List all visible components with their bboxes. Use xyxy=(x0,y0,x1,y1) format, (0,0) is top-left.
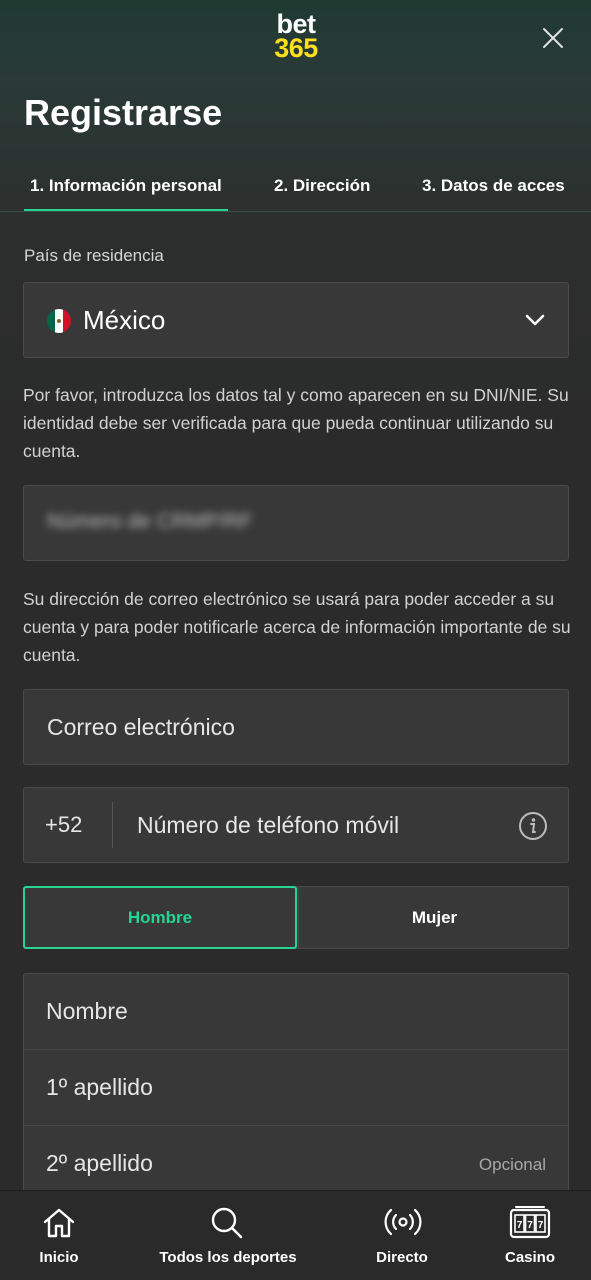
id-notice: Por favor, introduzca los datos tal y co… xyxy=(23,385,569,461)
surname1-input[interactable]: 1º apellido xyxy=(24,1050,568,1126)
nav-home[interactable]: Inicio xyxy=(18,1191,100,1280)
names-group: Nombre 1º apellido 2º apellido Opcional xyxy=(23,973,569,1193)
step-tabs: 1. Información personal 2. Dirección 3. … xyxy=(0,160,591,212)
surname2-placeholder: 2º apellido xyxy=(46,1150,153,1176)
first-name-placeholder: Nombre xyxy=(46,998,128,1024)
nav-casino-label: Casino xyxy=(504,1249,555,1266)
chevron-down-icon xyxy=(525,314,545,326)
bottom-nav: Inicio Todos los deportes Directo 7 7 7 … xyxy=(0,1190,591,1280)
info-icon[interactable] xyxy=(518,811,548,841)
country-value: México xyxy=(83,305,166,335)
search-icon xyxy=(211,1207,243,1239)
surname1-placeholder: 1º apellido xyxy=(46,1074,153,1100)
phone-prefix[interactable]: +52 xyxy=(45,812,82,838)
email-placeholder: Correo electrónico xyxy=(47,714,235,740)
svg-text:7: 7 xyxy=(527,1220,533,1231)
gender-selector: Hombre Mujer xyxy=(23,886,569,949)
page-title: Registrarse xyxy=(24,92,223,133)
email-input[interactable]: Correo electrónico xyxy=(23,689,569,765)
gender-female-button[interactable]: Mujer xyxy=(298,887,570,948)
id-number-input[interactable]: Número de CRMP/RF xyxy=(23,485,569,561)
nav-home-label: Inicio xyxy=(39,1249,79,1266)
optional-tag: Opcional xyxy=(478,1155,546,1174)
close-button[interactable] xyxy=(541,26,565,50)
phone-input[interactable]: +52 Número de teléfono móvil xyxy=(23,787,569,863)
gender-male-button[interactable]: Hombre xyxy=(23,886,297,949)
nav-all-sports-label: Todos los deportes xyxy=(159,1249,297,1266)
home-icon xyxy=(43,1208,75,1238)
tab-personal-info[interactable]: 1. Información personal xyxy=(24,176,228,211)
bet365-logo: bet 365 xyxy=(268,11,324,63)
slot-machine-icon: 7 7 7 xyxy=(509,1206,551,1239)
tab-access-data[interactable]: 3. Datos de acces xyxy=(422,176,570,196)
svg-text:7: 7 xyxy=(517,1220,523,1231)
phone-divider xyxy=(112,802,113,848)
first-name-input[interactable]: Nombre xyxy=(24,974,568,1050)
logo-line2: 365 xyxy=(274,33,318,63)
nav-live[interactable]: Directo xyxy=(356,1191,448,1280)
nav-all-sports[interactable]: Todos los deportes xyxy=(148,1191,308,1280)
close-icon xyxy=(543,28,563,48)
country-label: País de residencia xyxy=(24,246,164,265)
id-number-placeholder: Número de CRMP/RF xyxy=(47,510,253,533)
svg-text:7: 7 xyxy=(538,1220,544,1231)
nav-live-label: Directo xyxy=(376,1249,428,1266)
country-select[interactable]: México xyxy=(23,282,569,358)
email-notice: Su dirección de correo electrónico se us… xyxy=(23,589,571,665)
tab-address[interactable]: 2. Dirección xyxy=(274,176,370,196)
phone-placeholder: Número de teléfono móvil xyxy=(137,812,400,838)
nav-casino[interactable]: 7 7 7 Casino xyxy=(490,1191,570,1280)
mexico-flag-icon xyxy=(47,309,71,333)
live-broadcast-icon xyxy=(384,1208,422,1236)
registration-screen: bet 365 Registrarse 1. Información perso… xyxy=(0,0,591,1280)
